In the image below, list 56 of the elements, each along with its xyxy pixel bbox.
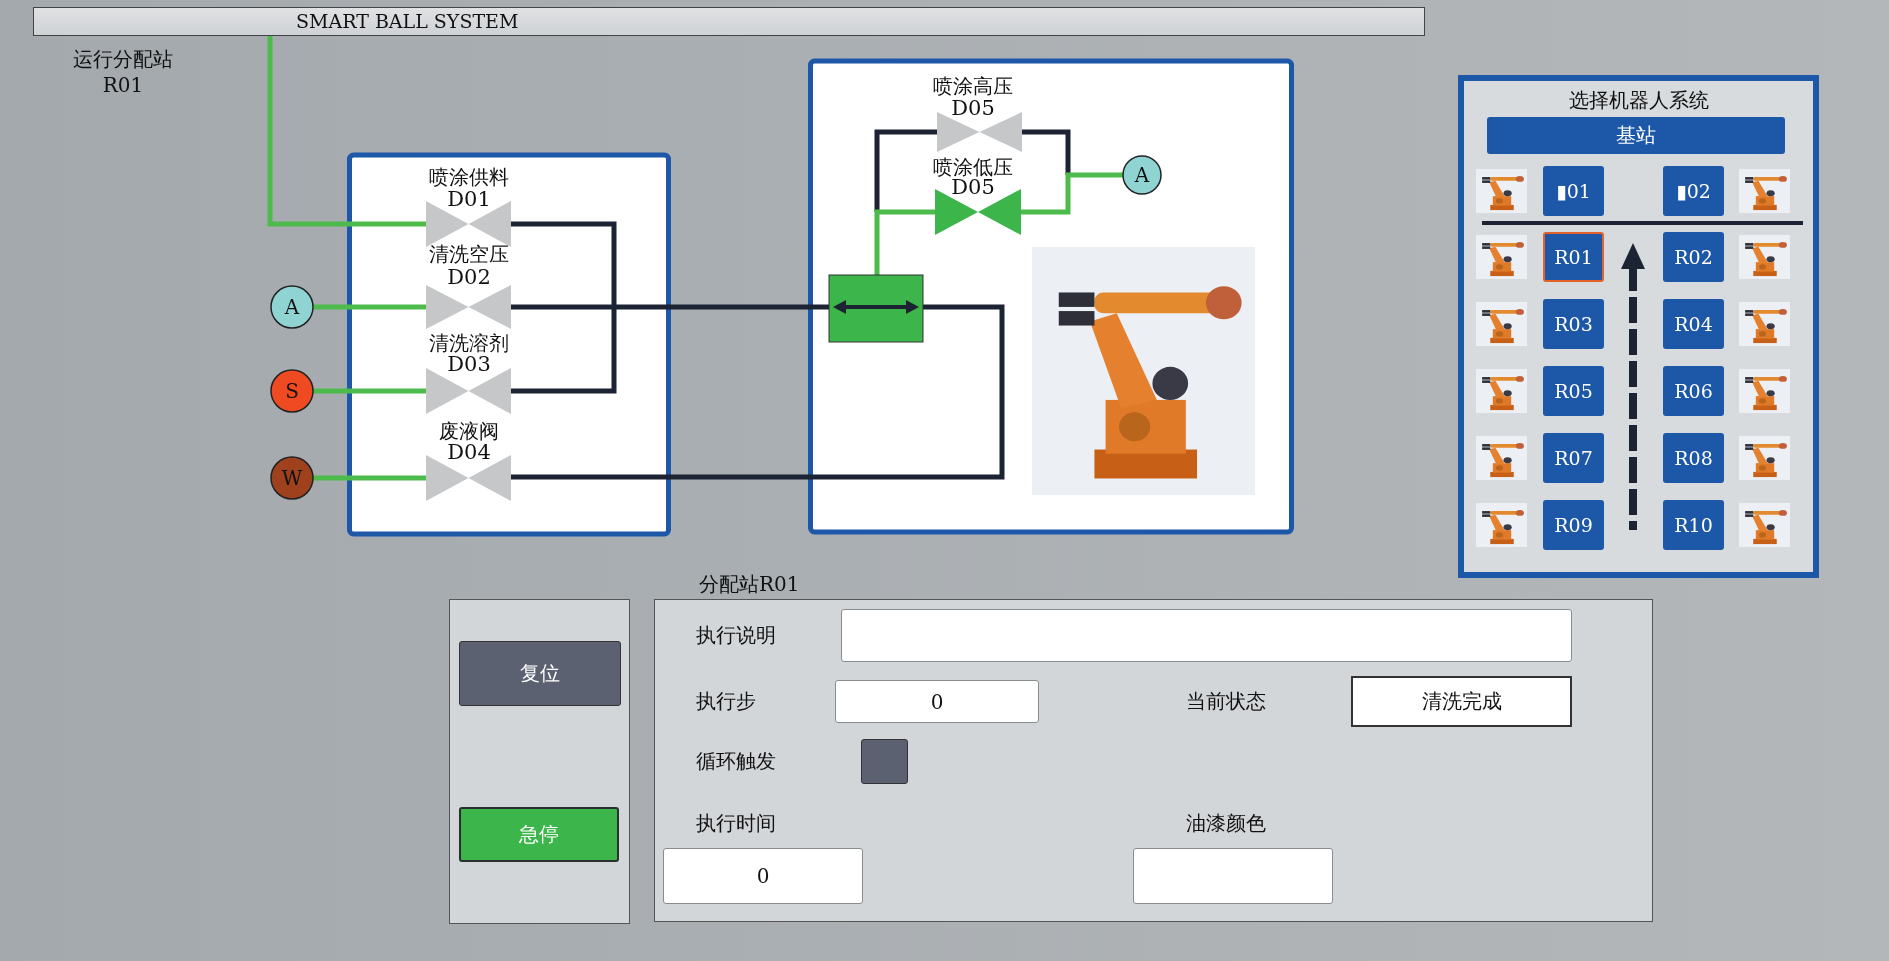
field-label: 循环触发: [696, 748, 777, 775]
valve-code: D02: [447, 264, 491, 289]
robot-thumbnail: [1739, 302, 1790, 346]
robot-thumbnail: [1476, 503, 1527, 547]
station-button[interactable]: ▮02: [1663, 166, 1724, 216]
robot-thumbnail: [1739, 503, 1790, 547]
source-node: A: [270, 285, 314, 329]
base-station-button[interactable]: 基站: [1487, 117, 1785, 154]
station-button[interactable]: R08: [1663, 433, 1724, 483]
description-field[interactable]: [841, 609, 1572, 662]
valve-name: 喷涂供料: [429, 164, 509, 189]
station-button[interactable]: R02: [1663, 232, 1724, 282]
exec-time-field[interactable]: 0: [663, 848, 863, 904]
source-node: W: [270, 456, 314, 500]
station-label: 运行分配站 R01: [73, 47, 173, 97]
robot-thumbnail: [1476, 169, 1527, 213]
system-title: SMART BALL SYSTEM: [296, 10, 519, 32]
station-button[interactable]: R09: [1543, 500, 1604, 550]
field-label: 油漆颜色: [1186, 809, 1266, 837]
station-button[interactable]: R04: [1663, 299, 1724, 349]
valve-name: 清洗溶剂: [429, 330, 509, 355]
robot-thumbnail: [1476, 369, 1527, 413]
field-label: 执行说明: [696, 622, 777, 649]
panel-title: 选择机器人系统: [1567, 88, 1710, 112]
field-label: 当前状态: [1186, 688, 1267, 715]
paint-color-field[interactable]: [1133, 848, 1333, 904]
valve-name: 喷涂高压: [933, 73, 1013, 98]
station-button[interactable]: R01: [1543, 232, 1604, 282]
step-field[interactable]: 0: [835, 680, 1039, 723]
valve-name: 喷涂低压: [933, 154, 1013, 179]
valve-code: D05: [951, 95, 995, 120]
robot-thumbnail: [1739, 169, 1790, 213]
valve-name: 废液阀: [439, 418, 499, 443]
field-label: 执行时间: [696, 809, 777, 837]
station-button[interactable]: R06: [1663, 366, 1724, 416]
robot-thumbnail: [1739, 436, 1790, 480]
robot-thumbnail: [1739, 369, 1790, 413]
source-node: S: [270, 369, 314, 413]
valve-code: D01: [447, 186, 491, 211]
loop-trigger-toggle[interactable]: [861, 739, 908, 784]
robot-thumbnail: [1739, 235, 1790, 279]
state-field: 清洗完成: [1351, 676, 1572, 727]
station-button[interactable]: R07: [1543, 433, 1604, 483]
station-button[interactable]: R05: [1543, 366, 1604, 416]
station-button[interactable]: R03: [1543, 299, 1604, 349]
valve-name: 清洗空压: [429, 241, 509, 266]
pipe-line: [874, 209, 935, 275]
reset-button[interactable]: 复位: [459, 641, 621, 706]
station-button[interactable]: R10: [1663, 500, 1724, 550]
panel-title: 分配站R01: [699, 571, 801, 598]
robot-thumbnail: [1476, 235, 1527, 279]
field-label: 执行步: [696, 688, 757, 715]
station-button[interactable]: ▮01: [1543, 166, 1604, 216]
robot-thumbnail: [1476, 436, 1527, 480]
robot-thumbnail: [1476, 302, 1527, 346]
source-node: A: [1122, 155, 1162, 195]
